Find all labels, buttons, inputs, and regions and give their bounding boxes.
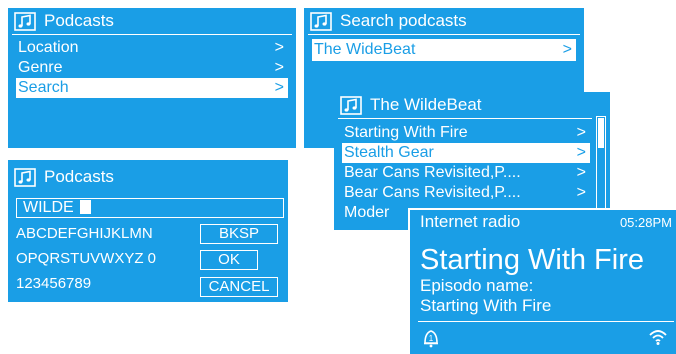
episode-label: Bear Cans Revisited,P.... xyxy=(344,184,521,201)
chevron-right-icon: > xyxy=(576,184,586,201)
screen-title: Podcasts xyxy=(44,11,114,30)
cancel-button[interactable]: CANCEL xyxy=(200,277,278,297)
screen-title: Search podcasts xyxy=(340,11,467,30)
now-playing-title: Starting With Fire xyxy=(420,244,644,276)
title-divider xyxy=(308,34,580,35)
keyboard-row-2[interactable]: OPQRSTUVWXYZ 0 xyxy=(16,249,156,269)
menu-item-label: The WideBeat xyxy=(314,41,416,58)
screen-title: Podcasts xyxy=(44,167,114,186)
chevron-right-icon: > xyxy=(274,79,284,96)
chevron-right-icon: > xyxy=(274,39,284,56)
source-label: Internet radio xyxy=(420,212,521,231)
status-bar: Internet radio 05:28PM xyxy=(420,212,672,232)
chevron-right-icon: > xyxy=(576,144,586,161)
episode-item[interactable]: Starting With Fire > xyxy=(342,123,590,143)
podcasts-menu-screen: Podcasts Location > Genre > Search > xyxy=(8,8,296,148)
text-cursor xyxy=(79,200,91,214)
keyboard-row-3[interactable]: 123456789 xyxy=(16,274,91,294)
title-divider xyxy=(12,34,292,35)
chevron-right-icon: > xyxy=(576,124,586,141)
podcasts-title-row: Podcasts xyxy=(14,10,290,32)
search-input-screen: Podcasts WILDE ABCDEFGHIJKLMN OPQRSTUVWX… xyxy=(8,160,288,302)
search-input-value: WILDE xyxy=(23,199,74,216)
music-note-icon xyxy=(340,95,362,115)
search-title-row: Search podcasts xyxy=(310,10,578,32)
music-note-icon xyxy=(14,11,36,31)
wifi-signal-icon xyxy=(649,330,667,345)
clock-time: 05:28PM xyxy=(619,215,672,230)
input-title-row: Podcasts xyxy=(14,166,282,188)
menu-item-location[interactable]: Location > xyxy=(16,38,288,58)
episode-item[interactable]: Bear Cans Revisited,P.... > xyxy=(342,163,590,183)
menu-item-genre[interactable]: Genre > xyxy=(16,58,288,78)
menu-item-label: Genre xyxy=(18,59,63,76)
music-note-icon xyxy=(14,167,36,187)
keyboard-row-1[interactable]: ABCDEFGHIJKLMN xyxy=(16,224,153,244)
ok-button[interactable]: OK xyxy=(200,250,258,270)
footer-divider xyxy=(418,321,674,322)
screen-title: The WildeBeat xyxy=(370,95,482,114)
menu-item-label: Search xyxy=(18,79,69,96)
episode-item[interactable]: Bear Cans Revisited,P.... > xyxy=(342,183,590,203)
alarm-1-icon: 1 xyxy=(424,330,438,348)
chevron-right-icon: > xyxy=(562,41,572,58)
episode-label: Starting With Fire xyxy=(344,124,468,141)
chevron-right-icon: > xyxy=(274,59,284,76)
menu-item-label: Location xyxy=(18,39,79,56)
menu-item-search[interactable]: Search > xyxy=(16,78,288,98)
music-note-icon xyxy=(310,11,332,31)
svg-text:1: 1 xyxy=(429,334,434,343)
episode-label: Stealth Gear xyxy=(344,144,434,161)
episode-item[interactable]: Stealth Gear > xyxy=(342,143,590,163)
title-divider xyxy=(338,118,592,119)
now-playing-screen: Internet radio 05:28PM Starting With Fir… xyxy=(408,208,676,354)
episode-label: Moder xyxy=(344,204,390,221)
episode-title-row: The WildeBeat xyxy=(340,94,604,116)
episode-name-label: Episodo name: xyxy=(420,276,534,295)
backspace-button[interactable]: BKSP xyxy=(200,224,278,244)
scrollbar-thumb[interactable] xyxy=(598,118,604,148)
episode-label: Bear Cans Revisited,P.... xyxy=(344,164,521,181)
chevron-right-icon: > xyxy=(576,164,586,181)
episode-name-value: Starting With Fire xyxy=(420,296,552,315)
search-input[interactable]: WILDE xyxy=(16,198,284,218)
search-result-widebeat[interactable]: The WideBeat > xyxy=(312,39,576,61)
